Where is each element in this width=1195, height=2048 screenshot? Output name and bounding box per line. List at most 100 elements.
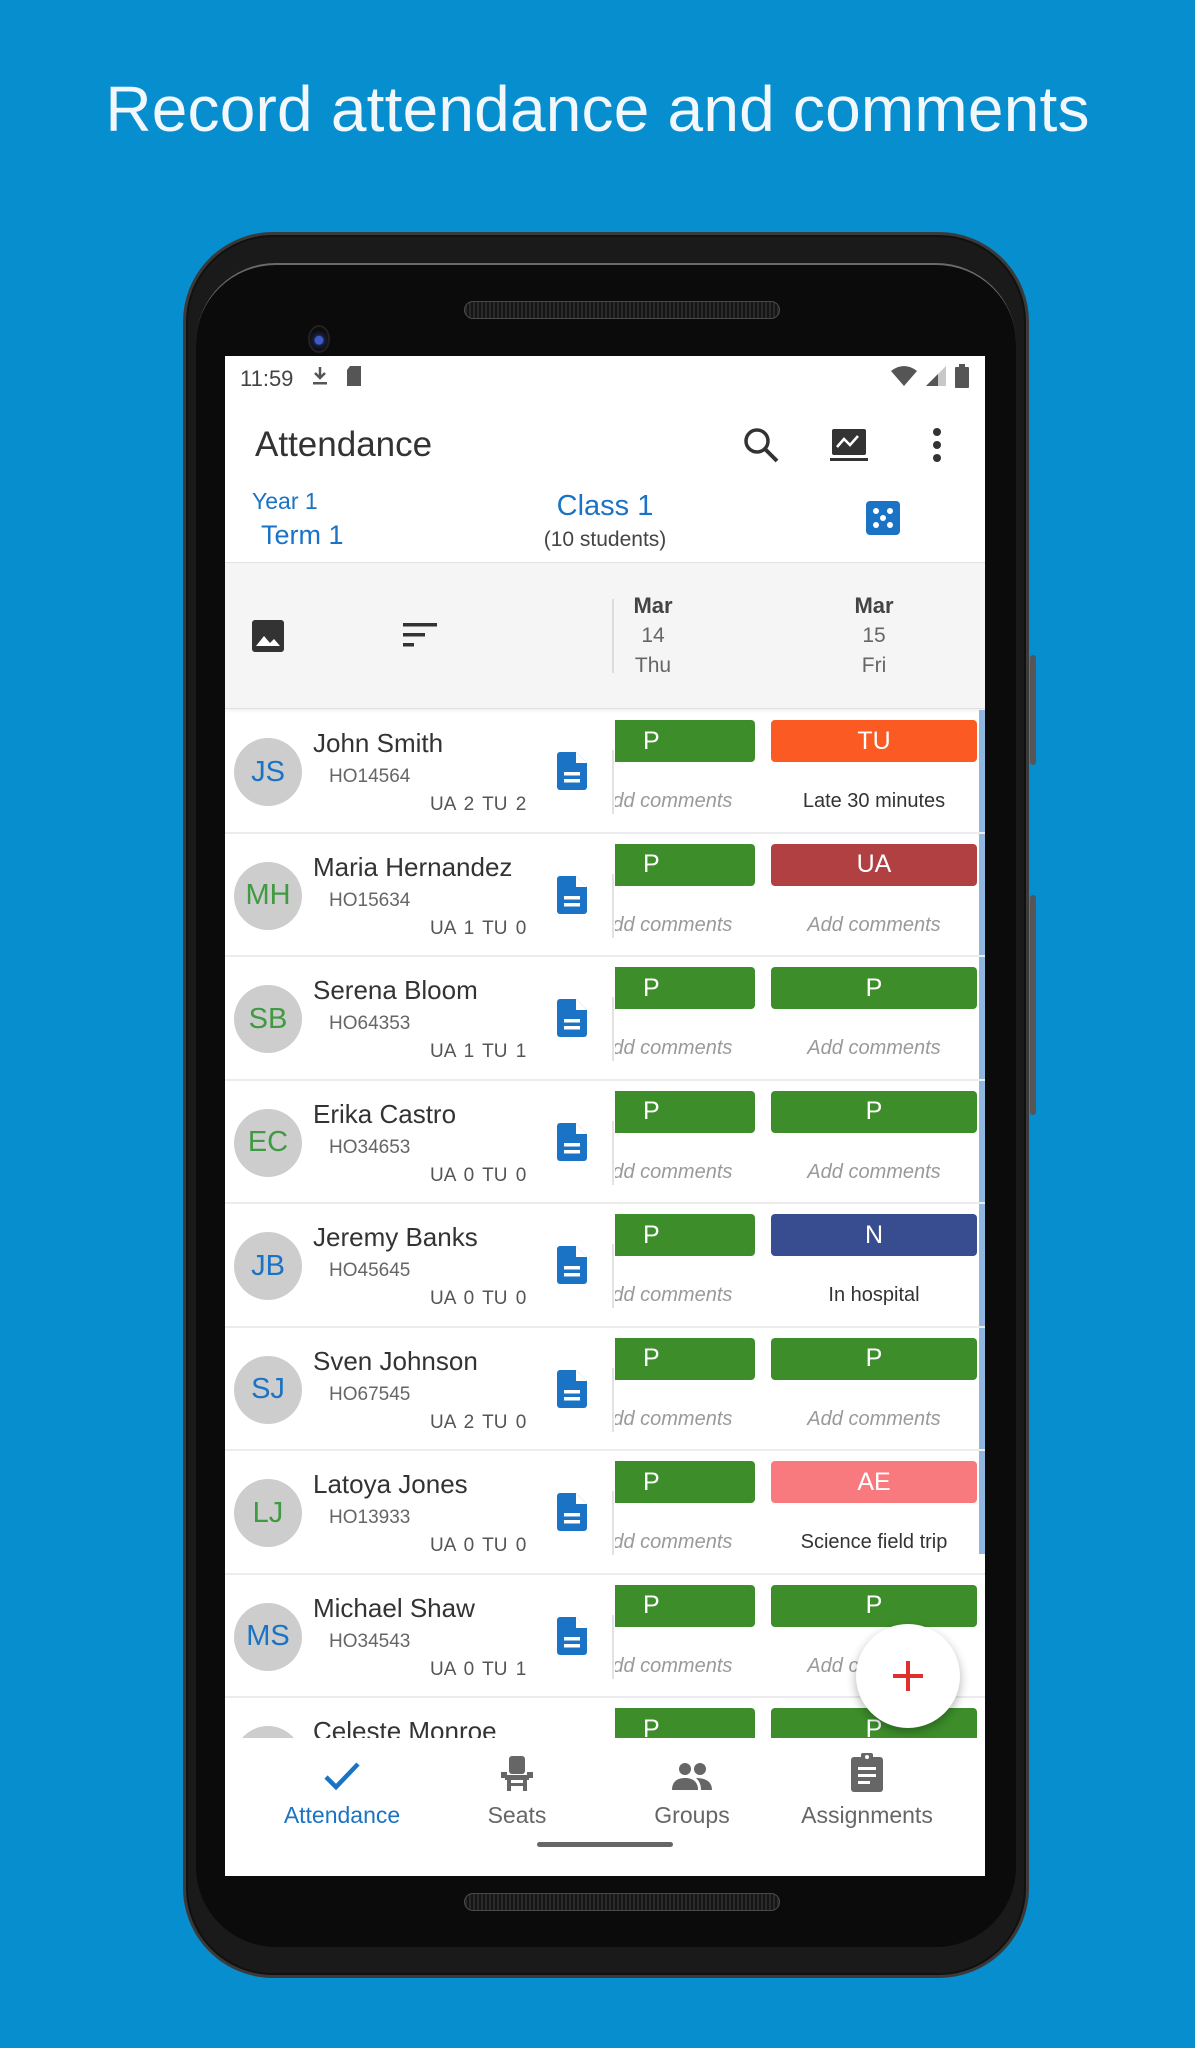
comment-field[interactable]: Add comments [615, 1284, 755, 1307]
status-code: TU [857, 726, 891, 755]
power-button [1030, 655, 1036, 765]
home-indicator[interactable] [537, 1842, 673, 1847]
attendance-status-button[interactable]: TU [771, 720, 977, 762]
comment-field[interactable]: Add comments [615, 1161, 755, 1184]
class-selector-bar: Year 1 Term 1 Class 1 (10 students) [225, 488, 985, 563]
search-icon[interactable] [731, 415, 791, 475]
nav-tab-assignments[interactable]: Assignments [772, 1738, 962, 1848]
comment-text: Add comments [615, 1654, 733, 1677]
student-notes-icon[interactable] [557, 1493, 587, 1536]
student-name[interactable]: Latoya Jones [313, 1469, 468, 1500]
comment-text: Science field trip [800, 1531, 948, 1553]
chart-icon[interactable] [819, 415, 879, 475]
student-name[interactable]: Maria Hernandez [313, 852, 512, 883]
image-icon[interactable] [251, 619, 285, 658]
date-column-header[interactable]: Mar 14 Thu [593, 591, 713, 681]
student-list[interactable]: JS John Smith HO14564 UA 2 TU 2 P TU Add comme… [225, 710, 985, 1738]
student-notes-icon[interactable] [557, 1369, 587, 1413]
battery-icon [954, 364, 970, 394]
comment-field[interactable]: Add comments [615, 1408, 755, 1431]
attendance-status-button[interactable]: P [615, 1584, 755, 1627]
comment-field[interactable]: Add comments [771, 1161, 977, 1184]
attendance-status-button[interactable]: N [771, 1214, 977, 1256]
status-bar: 11:59 [225, 356, 985, 402]
student-id: HO34653 [329, 1136, 411, 1158]
student-notes-icon[interactable] [557, 1616, 587, 1660]
student-row[interactable]: EC Erika Castro HO34653 UA 0 TU 0 P P Add comm… [225, 1081, 985, 1204]
bottom-speaker [464, 1893, 780, 1911]
comment-field[interactable]: Add comments [615, 1655, 755, 1678]
student-row[interactable]: JB Jeremy Banks HO45645 UA 0 TU 0 P N Add comm… [225, 1204, 985, 1328]
student-notes-icon[interactable] [557, 1246, 587, 1289]
comment-field[interactable]: In hospital [771, 1284, 977, 1307]
student-name[interactable]: Sven Johnson [313, 1346, 478, 1377]
comment-field[interactable]: Add comments [771, 1037, 977, 1060]
attendance-status-button[interactable]: P [615, 843, 755, 886]
column-divider [612, 1491, 614, 1555]
attendance-status-button[interactable]: P [771, 967, 977, 1009]
attendance-status-button[interactable]: AE [771, 1461, 977, 1503]
comment-field[interactable]: Add comments [615, 790, 755, 813]
attendance-status-button[interactable]: P [771, 1337, 977, 1380]
student-notes-icon[interactable] [557, 752, 587, 795]
student-row[interactable]: SB Serena Bloom HO64353 UA 1 TU 1 P P Add comm… [225, 957, 985, 1081]
comment-field[interactable]: Add comments [771, 914, 977, 937]
student-id: HO34543 [329, 1630, 411, 1652]
status-code: P [865, 1097, 883, 1125]
attendance-status-button[interactable]: P [615, 1461, 755, 1503]
comment-text: Late 30 minutes [802, 790, 946, 812]
app-bar: Attendance [225, 402, 985, 488]
status-code: N [864, 1220, 884, 1249]
plus-icon [893, 1661, 923, 1691]
avatar: CM [234, 1726, 302, 1738]
add-fab-button[interactable] [856, 1624, 960, 1728]
nav-tab-groups[interactable]: Groups [597, 1738, 787, 1848]
date-month: Mar [633, 593, 673, 618]
dice-icon[interactable] [865, 500, 901, 541]
attendance-status-button[interactable]: P [771, 1090, 977, 1133]
student-name[interactable]: Michael Shaw [313, 1593, 475, 1624]
student-id: HO64353 [329, 1013, 411, 1034]
groups-icon [672, 1763, 712, 1790]
signal-icon [924, 365, 948, 393]
student-row[interactable]: SJ Sven Johnson HO67545 UA 2 TU 0 P P Add comm… [225, 1328, 985, 1451]
student-name[interactable]: Jeremy Banks [313, 1222, 478, 1253]
comment-text: Add comments [615, 913, 733, 936]
comment-text: Add comments [615, 1037, 733, 1059]
attendance-status-button[interactable]: P [615, 1708, 755, 1738]
student-notes-icon[interactable] [557, 999, 587, 1042]
student-notes-icon[interactable] [557, 875, 587, 919]
avatar: LJ [234, 1479, 302, 1547]
attendance-status-button[interactable]: P [615, 1090, 755, 1133]
comment-field[interactable]: Add comments [615, 1531, 755, 1554]
attendance-status-button[interactable]: UA [771, 843, 977, 886]
comment-field[interactable]: Add comments [771, 1408, 977, 1431]
column-divider [612, 750, 614, 814]
attendance-status-button[interactable]: P [615, 1214, 755, 1256]
nav-tab-attendance[interactable]: Attendance [247, 1738, 437, 1848]
sort-icon[interactable] [403, 621, 439, 654]
column-divider [612, 1614, 614, 1679]
student-row[interactable]: MH Maria Hernandez HO15634 UA 1 TU 0 P UA Add … [225, 834, 985, 957]
student-name[interactable]: Serena Bloom [313, 975, 478, 1006]
comment-field[interactable]: Late 30 minutes [771, 790, 977, 813]
comment-field[interactable]: Science field trip [771, 1531, 977, 1554]
student-name[interactable]: Celeste Monroe [313, 1716, 497, 1738]
attendance-status-button[interactable]: P [615, 1337, 755, 1380]
student-name[interactable]: Erika Castro [313, 1099, 456, 1130]
status-time: 11:59 [240, 366, 294, 391]
student-row[interactable]: LJ Latoya Jones HO13933 UA 0 TU 0 P AE Add com… [225, 1451, 985, 1575]
student-name[interactable]: John Smith [313, 728, 443, 759]
comment-field[interactable]: Add comments [615, 914, 755, 937]
clipboard-icon [851, 1753, 883, 1792]
student-notes-icon[interactable] [557, 1122, 587, 1166]
more-vert-icon[interactable] [907, 415, 967, 475]
status-code: P [865, 1591, 883, 1619]
attendance-status-button[interactable]: P [771, 1584, 977, 1627]
date-column-header[interactable]: Mar 15 Fri [814, 591, 934, 681]
attendance-status-button[interactable]: P [615, 720, 755, 762]
attendance-status-button[interactable]: P [615, 967, 755, 1009]
comment-field[interactable]: Add comments [615, 1037, 755, 1060]
student-row[interactable]: JS John Smith HO14564 UA 2 TU 2 P TU Add comme… [225, 710, 985, 834]
nav-tab-seats[interactable]: Seats [422, 1738, 612, 1848]
